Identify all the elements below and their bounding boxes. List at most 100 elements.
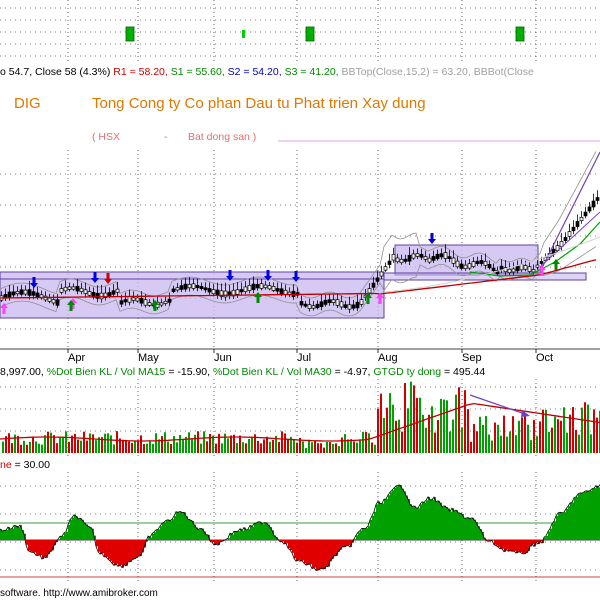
candle-body <box>439 253 444 258</box>
oscillator-area-segment <box>108 540 110 560</box>
oscillator-area-segment <box>198 529 200 540</box>
oscillator-area-segment <box>50 540 52 552</box>
volume-bar <box>47 431 49 453</box>
volume-bar <box>116 431 118 453</box>
volume-chart <box>0 379 600 458</box>
oscillator-area-segment <box>396 486 398 540</box>
arrow-shaft <box>153 305 157 311</box>
oscillator-area-segment <box>380 503 382 540</box>
volume-bar <box>296 442 298 453</box>
candle-body <box>443 252 448 259</box>
candle-body <box>147 302 152 306</box>
oscillator-area-segment <box>464 518 466 540</box>
volume-bar <box>74 433 76 453</box>
volume-bar <box>449 431 451 453</box>
oscillator-area-segment <box>366 528 368 540</box>
candle-body <box>475 260 480 265</box>
candle-body <box>491 267 496 272</box>
candle-body <box>383 266 388 271</box>
volume-bar <box>560 420 562 453</box>
oscillator-area-segment <box>290 540 292 551</box>
volume-bar <box>281 431 283 453</box>
candle-body <box>359 299 364 305</box>
volume-bar <box>506 436 508 453</box>
candle-body <box>7 291 12 298</box>
candle-body <box>311 305 316 309</box>
oscillator-area-segment <box>450 511 452 540</box>
oscillator-area-segment <box>164 522 166 540</box>
volume-bar <box>245 443 247 453</box>
oscillator-area-segment <box>432 499 434 540</box>
oscillator-area-segment <box>110 540 112 561</box>
x-tick-label: May <box>138 352 159 364</box>
volume-bar <box>362 431 364 453</box>
volume-bar <box>173 436 175 453</box>
oscillator-area-segment <box>532 540 534 545</box>
candle-body <box>575 221 580 227</box>
candle-body <box>319 301 324 308</box>
candle-body <box>275 288 280 292</box>
volume-bar <box>419 397 421 453</box>
oscillator-area-segment <box>80 518 82 540</box>
volume-bar <box>83 431 85 453</box>
candle-body <box>307 304 312 309</box>
volume-bar <box>413 385 415 453</box>
oscillator-area-segment <box>26 540 28 545</box>
oscillator-area-segment <box>2 530 4 540</box>
candle-body <box>591 200 596 208</box>
x-tick-label: Jul <box>297 352 311 364</box>
oscillator-area-segment <box>40 540 42 556</box>
oscillator-area-segment <box>544 537 546 540</box>
oscillator-area-segment <box>440 502 442 540</box>
oscillator-area-segment <box>370 519 372 540</box>
oscillator-area-segment <box>522 540 524 554</box>
sell-arrow-blue <box>428 233 436 244</box>
oscillator-area-segment <box>406 495 408 540</box>
volume-bar <box>53 435 55 453</box>
ticker-symbol: DIG <box>14 95 41 112</box>
volume-bar <box>431 406 433 453</box>
oscillator-area-segment <box>408 499 410 540</box>
volume-bar <box>455 394 457 453</box>
volume-bar <box>137 440 139 453</box>
candle <box>567 223 572 241</box>
volume-bar <box>110 435 112 453</box>
oscillator-area-segment <box>424 502 426 540</box>
candle-body <box>539 261 544 264</box>
oscillator-area-segment <box>236 531 238 540</box>
oscillator-area-segment <box>362 528 364 540</box>
oscillator-area-segment <box>468 517 470 540</box>
company-name: Tong Cong ty Co phan Dau tu Phat trien X… <box>92 95 426 112</box>
oscillator-area-segment <box>454 511 456 540</box>
volume-bar <box>308 439 310 453</box>
volume-bar <box>260 443 262 453</box>
candle-body <box>571 226 576 232</box>
volume-bar <box>572 407 574 453</box>
arrow-shaft <box>256 297 260 303</box>
crossover-marker <box>305 26 315 42</box>
arrow-shaft <box>228 270 232 276</box>
oscillator-area-segment <box>248 529 250 540</box>
volume-bar <box>437 420 439 453</box>
oscillator-area-segment <box>556 515 558 540</box>
candle-body <box>59 288 64 293</box>
oscillator-area-segment <box>590 490 592 540</box>
oscillator-area-segment <box>288 540 290 549</box>
oscillator-area-segment <box>388 495 390 540</box>
oscillator-area-segment <box>66 531 68 540</box>
oscillator-area-segment <box>96 540 98 547</box>
volume-bar <box>371 442 373 453</box>
bottom-oscillator-chart <box>0 472 600 584</box>
candle-body <box>299 301 304 306</box>
volume-bar <box>479 416 481 453</box>
candle-body <box>335 299 340 306</box>
volume-bar <box>344 434 346 453</box>
oscillator-area-segment <box>78 519 80 540</box>
volume-bar <box>386 407 388 453</box>
oscillator-area-segment <box>304 540 306 564</box>
crossover-marker-small <box>242 30 245 38</box>
candle-body <box>247 284 252 291</box>
oscillator-area-segment <box>448 508 450 540</box>
volume-bar <box>374 444 376 453</box>
volume-bar <box>194 434 196 453</box>
